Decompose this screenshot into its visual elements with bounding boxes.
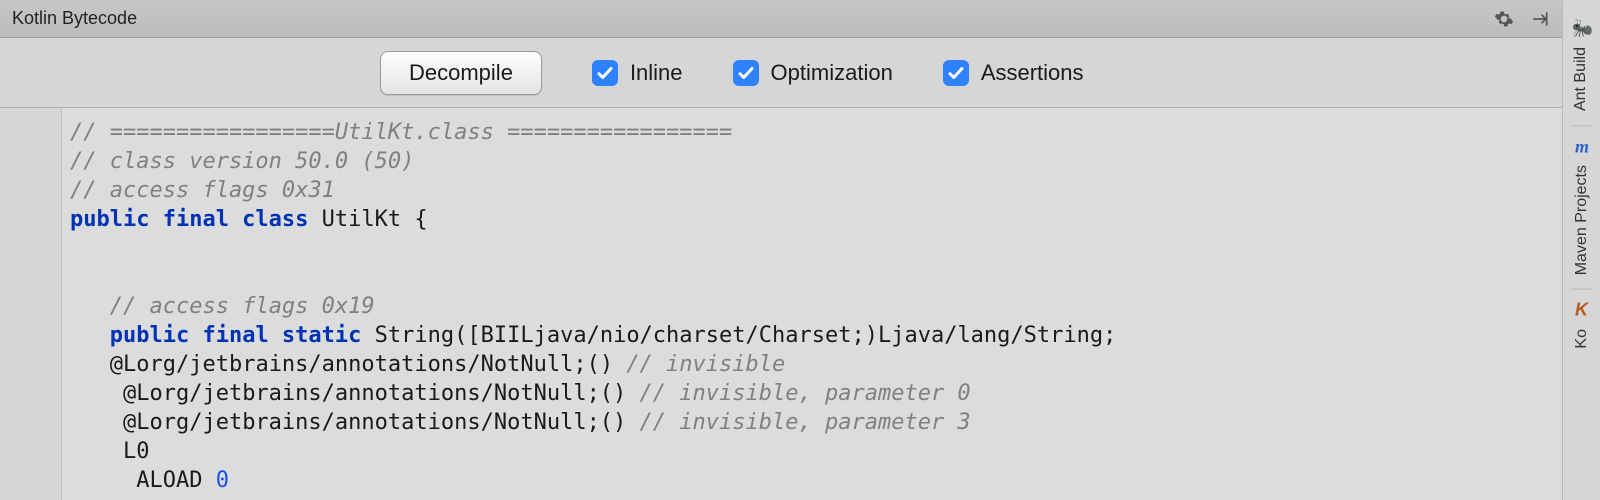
bytecode-editor[interactable]: // =================UtilKt.class =======… <box>62 108 1562 500</box>
hide-panel-icon[interactable] <box>1530 9 1550 29</box>
sidebar-label: Ant Build <box>1572 47 1590 111</box>
sidebar-tab-ant-build[interactable]: Ant Build 🐜 <box>1568 8 1594 121</box>
editor-gutter <box>0 108 62 500</box>
panel-title-bar: Kotlin Bytecode <box>0 0 1562 38</box>
kotlin-icon: K <box>1575 300 1588 321</box>
sidebar-tab-maven-projects[interactable]: Maven Projects m <box>1571 125 1593 285</box>
inline-checkbox[interactable]: Inline <box>592 60 683 86</box>
kotlin-bytecode-panel: Kotlin Bytecode Decompile Inline <box>0 0 1562 500</box>
ant-icon: 🐜 <box>1570 18 1592 39</box>
right-sidebar: Ant Build 🐜 Maven Projects m Ko K <box>1562 0 1600 500</box>
sidebar-label: Ko <box>1573 329 1591 349</box>
decompile-button[interactable]: Decompile <box>380 51 542 95</box>
optimization-checkbox[interactable]: Optimization <box>733 60 893 86</box>
gear-icon[interactable] <box>1494 9 1514 29</box>
checkbox-checked-icon <box>733 60 759 86</box>
checkbox-checked-icon <box>592 60 618 86</box>
panel-title: Kotlin Bytecode <box>12 8 137 29</box>
assertions-checkbox[interactable]: Assertions <box>943 60 1084 86</box>
sidebar-label: Maven Projects <box>1573 165 1591 275</box>
maven-icon: m <box>1574 136 1588 157</box>
editor-container: // =================UtilKt.class =======… <box>0 108 1562 500</box>
title-actions <box>1494 9 1550 29</box>
checkbox-checked-icon <box>943 60 969 86</box>
checkbox-label: Inline <box>630 60 683 86</box>
checkbox-label: Optimization <box>771 60 893 86</box>
bytecode-toolbar: Decompile Inline Optimization Assertions <box>0 38 1562 108</box>
checkbox-label: Assertions <box>981 60 1084 86</box>
sidebar-tab-kotlin[interactable]: Ko K <box>1571 289 1593 359</box>
